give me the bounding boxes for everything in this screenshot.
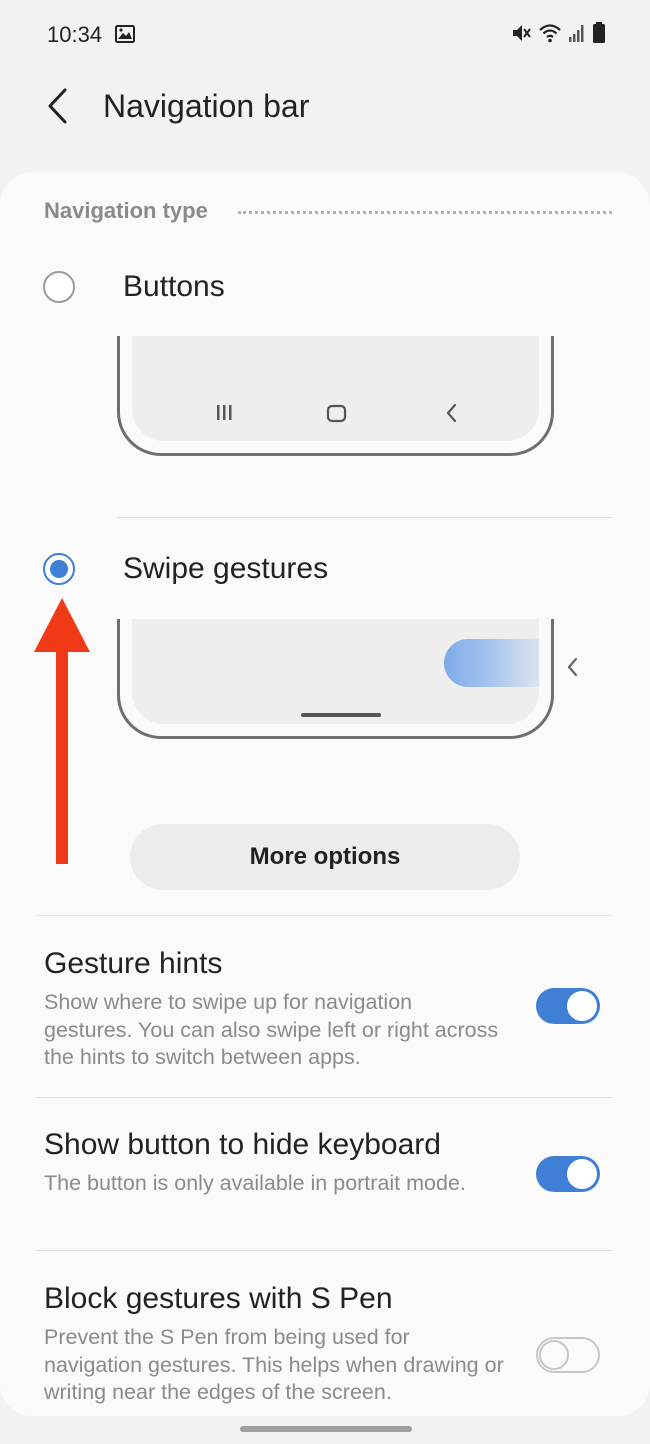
- option-label-buttons[interactable]: Buttons: [123, 270, 225, 304]
- swipe-preview-screen: [132, 619, 539, 724]
- setting-gesture-hints[interactable]: Gesture hints Show where to swipe up for…: [0, 947, 650, 1069]
- back-button[interactable]: [36, 86, 80, 130]
- section-header: Navigation type: [44, 196, 612, 226]
- section-divider: [237, 211, 612, 214]
- wifi-icon: [538, 22, 562, 49]
- back-chevron-icon: [45, 87, 71, 130]
- app-bar: Navigation bar: [0, 70, 650, 150]
- setting-description: Prevent the S Pen from being used for na…: [44, 1325, 504, 1404]
- signal-icon: [568, 23, 586, 48]
- setting-description: Show where to swipe up for navigation ge…: [44, 990, 499, 1069]
- hide-keyboard-toggle[interactable]: [536, 1156, 600, 1192]
- settings-card: Navigation type Buttons Swipe gestures M…: [0, 172, 650, 1416]
- gesture-handle: [301, 713, 381, 717]
- settings-divider: [36, 1097, 612, 1098]
- buttons-preview[interactable]: [117, 336, 554, 456]
- swipe-back-chevron-icon: [566, 656, 580, 683]
- option-divider: [117, 517, 612, 518]
- setting-description: The button is only available in portrait…: [44, 1171, 466, 1195]
- annotation-arrow: [34, 598, 90, 864]
- mute-icon: [510, 22, 532, 49]
- back-nav-icon: [444, 402, 460, 429]
- page-title: Navigation bar: [103, 88, 310, 124]
- settings-divider: [36, 1250, 612, 1251]
- gesture-hints-toggle[interactable]: [536, 988, 600, 1024]
- recents-icon: [214, 404, 234, 427]
- swipe-gestures-preview[interactable]: [117, 619, 554, 739]
- image-icon: [115, 25, 135, 48]
- setting-title: Show button to hide keyboard: [44, 1128, 441, 1161]
- setting-hide-keyboard-button[interactable]: Show button to hide keyboard The button …: [0, 1128, 650, 1218]
- status-time: 10:34: [47, 22, 103, 47]
- swipe-hint-gradient: [444, 639, 539, 687]
- setting-title: Gesture hints: [44, 947, 223, 980]
- radio-buttons[interactable]: [43, 271, 75, 303]
- more-options-button[interactable]: More options: [130, 824, 520, 890]
- battery-icon: [592, 22, 606, 49]
- setting-block-s-pen[interactable]: Block gestures with S Pen Prevent the S …: [0, 1282, 650, 1416]
- status-icons: [510, 22, 606, 49]
- home-icon: [326, 404, 348, 429]
- settings-divider: [36, 915, 612, 916]
- block-s-pen-toggle[interactable]: [536, 1337, 600, 1373]
- toggle-knob: [565, 1157, 599, 1191]
- status-bar: 10:34: [0, 0, 650, 70]
- radio-swipe-gestures[interactable]: [43, 553, 75, 585]
- option-label-swipe-gestures[interactable]: Swipe gestures: [123, 552, 328, 586]
- setting-title: Block gestures with S Pen: [44, 1282, 393, 1315]
- section-title: Navigation type: [44, 198, 208, 223]
- buttons-preview-screen: [132, 336, 539, 441]
- toggle-knob: [565, 989, 599, 1023]
- toggle-knob: [539, 1340, 569, 1370]
- home-indicator[interactable]: [240, 1426, 412, 1432]
